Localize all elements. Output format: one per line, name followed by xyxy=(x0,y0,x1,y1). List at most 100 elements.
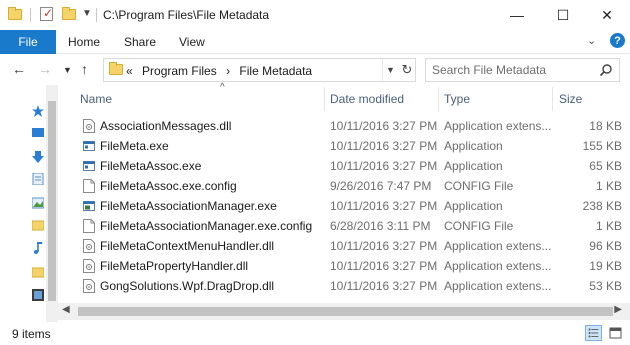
details-view-icon[interactable] xyxy=(585,325,602,341)
file-name[interactable]: FileMetaAssociationManager.exe.config xyxy=(100,219,312,233)
close-button[interactable]: ✕ xyxy=(584,0,630,30)
search-box[interactable] xyxy=(425,58,620,82)
ribbon-tabs: File Home Share View ⌄ ? xyxy=(0,30,630,54)
file-name[interactable]: FileMetaPropertyHandler.dll xyxy=(100,259,248,273)
file-size: 1 KB xyxy=(595,179,622,193)
forward-arrow-icon[interactable]: → xyxy=(38,61,52,77)
file-date: 10/11/2016 3:27 PM xyxy=(330,139,438,153)
file-row[interactable]: FileMetaPropertyHandler.dll 10/11/2016 3… xyxy=(75,256,630,276)
file-row[interactable]: GongSolutions.Wpf.DragDrop.dll 10/11/201… xyxy=(75,276,630,296)
new-folder-icon[interactable] xyxy=(62,7,76,21)
customize-toolbar-chevron-icon[interactable]: ▼ xyxy=(82,8,96,22)
documents-icon[interactable] xyxy=(32,173,44,185)
file-date: 9/26/2016 7:47 PM xyxy=(330,179,432,193)
music-icon[interactable] xyxy=(32,242,44,254)
scrollbar-thumb[interactable] xyxy=(78,307,613,316)
status-bar: 9 items xyxy=(0,322,630,345)
file-type: Application xyxy=(444,159,503,173)
column-header-size[interactable]: Size xyxy=(559,92,582,106)
column-divider[interactable] xyxy=(552,87,553,111)
downloads-icon[interactable] xyxy=(32,151,44,163)
file-date: 10/11/2016 3:27 PM xyxy=(330,239,438,253)
folder-icon[interactable] xyxy=(8,7,22,21)
dll-icon xyxy=(83,279,95,293)
tab-view[interactable]: View xyxy=(179,35,205,49)
window-title: C:\Program Files\File Metadata xyxy=(103,8,270,22)
item-count: 9 items xyxy=(12,327,51,341)
file-row[interactable]: AssociationMessages.dll 10/11/2016 3:27 … xyxy=(75,116,630,136)
file-name[interactable]: FileMetaContextMenuHandler.dll xyxy=(100,239,274,253)
properties-check-icon[interactable]: ✓ xyxy=(40,6,54,21)
file-name[interactable]: FileMetaAssoc.exe.config xyxy=(100,179,237,193)
breadcrumb: « Program Files › File Metadata xyxy=(126,64,318,78)
horizontal-scrollbar[interactable]: ◀ ▶ xyxy=(58,303,630,320)
file-row[interactable]: FileMeta.exe 10/11/2016 3:27 PM Applicat… xyxy=(75,136,630,156)
breadcrumb-program-files[interactable]: Program Files xyxy=(142,64,217,78)
maximize-button[interactable]: ☐ xyxy=(540,0,586,30)
pictures-icon[interactable] xyxy=(32,197,44,209)
file-row[interactable]: FileMetaAssoc.exe 10/11/2016 3:27 PM App… xyxy=(75,156,630,176)
file-row[interactable]: FileMetaContextMenuHandler.dll 10/11/201… xyxy=(75,236,630,256)
file-date: 10/11/2016 3:27 PM xyxy=(330,119,438,133)
folder-icon[interactable] xyxy=(32,219,44,231)
scroll-right-arrow-icon[interactable]: ▶ xyxy=(614,304,622,315)
navigation-pane-scrollbar[interactable] xyxy=(46,85,58,322)
file-size: 1 KB xyxy=(595,219,622,233)
file-type: Application extens... xyxy=(444,259,552,273)
sort-ascending-icon: ^ xyxy=(220,82,225,93)
recent-locations-chevron-icon[interactable]: ▼ xyxy=(63,65,72,75)
exe-icon xyxy=(83,141,95,151)
exe-icon xyxy=(83,161,95,171)
large-icons-view-icon[interactable] xyxy=(607,325,624,341)
breadcrumb-separator[interactable]: › xyxy=(226,64,230,78)
file-name[interactable]: FileMetaAssociationManager.exe xyxy=(100,199,277,213)
column-header-name[interactable]: Name xyxy=(80,92,112,106)
file-type: Application xyxy=(444,199,503,213)
refresh-icon[interactable]: ↻ xyxy=(398,61,416,79)
column-header-date-modified[interactable]: Date modified xyxy=(330,92,404,106)
desktop-icon[interactable] xyxy=(32,127,44,139)
expand-ribbon-chevron-icon[interactable]: ⌄ xyxy=(587,34,596,47)
breadcrumb-overflow[interactable]: « xyxy=(126,64,133,78)
help-icon[interactable]: ? xyxy=(610,33,625,48)
folder-icon[interactable] xyxy=(32,266,44,278)
file-size: 96 KB xyxy=(589,239,622,253)
scroll-left-arrow-icon[interactable]: ◀ xyxy=(62,304,70,315)
dll-icon xyxy=(83,119,95,133)
file-type: CONFIG File xyxy=(444,219,514,233)
minimize-button[interactable]: — xyxy=(494,0,540,30)
column-divider[interactable] xyxy=(324,87,325,111)
file-name[interactable]: GongSolutions.Wpf.DragDrop.dll xyxy=(100,279,274,293)
navigation-pane xyxy=(0,85,58,322)
file-name[interactable]: AssociationMessages.dll xyxy=(100,119,231,133)
search-input[interactable] xyxy=(432,63,592,77)
column-divider[interactable] xyxy=(438,87,439,111)
tab-share[interactable]: Share xyxy=(124,35,156,49)
videos-icon[interactable] xyxy=(32,289,44,301)
back-arrow-icon[interactable]: ← xyxy=(12,61,26,77)
file-size: 18 KB xyxy=(589,119,622,133)
file-size: 65 KB xyxy=(589,159,622,173)
tab-file[interactable]: File xyxy=(0,30,56,54)
up-arrow-icon[interactable]: ↑ xyxy=(81,61,88,77)
config-file-icon xyxy=(83,179,95,193)
scrollbar-thumb[interactable] xyxy=(48,101,56,301)
dll-icon xyxy=(83,239,95,253)
file-name[interactable]: FileMeta.exe xyxy=(100,139,169,153)
file-row[interactable]: FileMetaAssoc.exe.config 9/26/2016 7:47 … xyxy=(75,176,630,196)
navigation-bar: ← → ▼ ↑ « Program Files › File Metadata … xyxy=(0,55,630,85)
file-list: AssociationMessages.dll 10/11/2016 3:27 … xyxy=(75,116,630,301)
breadcrumb-file-metadata[interactable]: File Metadata xyxy=(239,64,312,78)
tab-home[interactable]: Home xyxy=(68,35,100,49)
column-header-type[interactable]: Type xyxy=(444,92,470,106)
search-icon[interactable] xyxy=(599,63,613,77)
address-bar[interactable]: « Program Files › File Metadata ▼ ↻ xyxy=(103,58,416,82)
quick-access-pin-icon[interactable] xyxy=(32,105,44,117)
address-dropdown-chevron-icon[interactable]: ▼ xyxy=(382,59,398,81)
file-row[interactable]: FileMetaAssociationManager.exe 10/11/201… xyxy=(75,196,630,216)
file-row[interactable]: FileMetaAssociationManager.exe.config 6/… xyxy=(75,216,630,236)
toolbar-divider xyxy=(30,8,31,22)
file-name[interactable]: FileMetaAssoc.exe xyxy=(100,159,201,173)
file-size: 155 KB xyxy=(582,139,622,153)
file-size: 238 KB xyxy=(582,199,622,213)
